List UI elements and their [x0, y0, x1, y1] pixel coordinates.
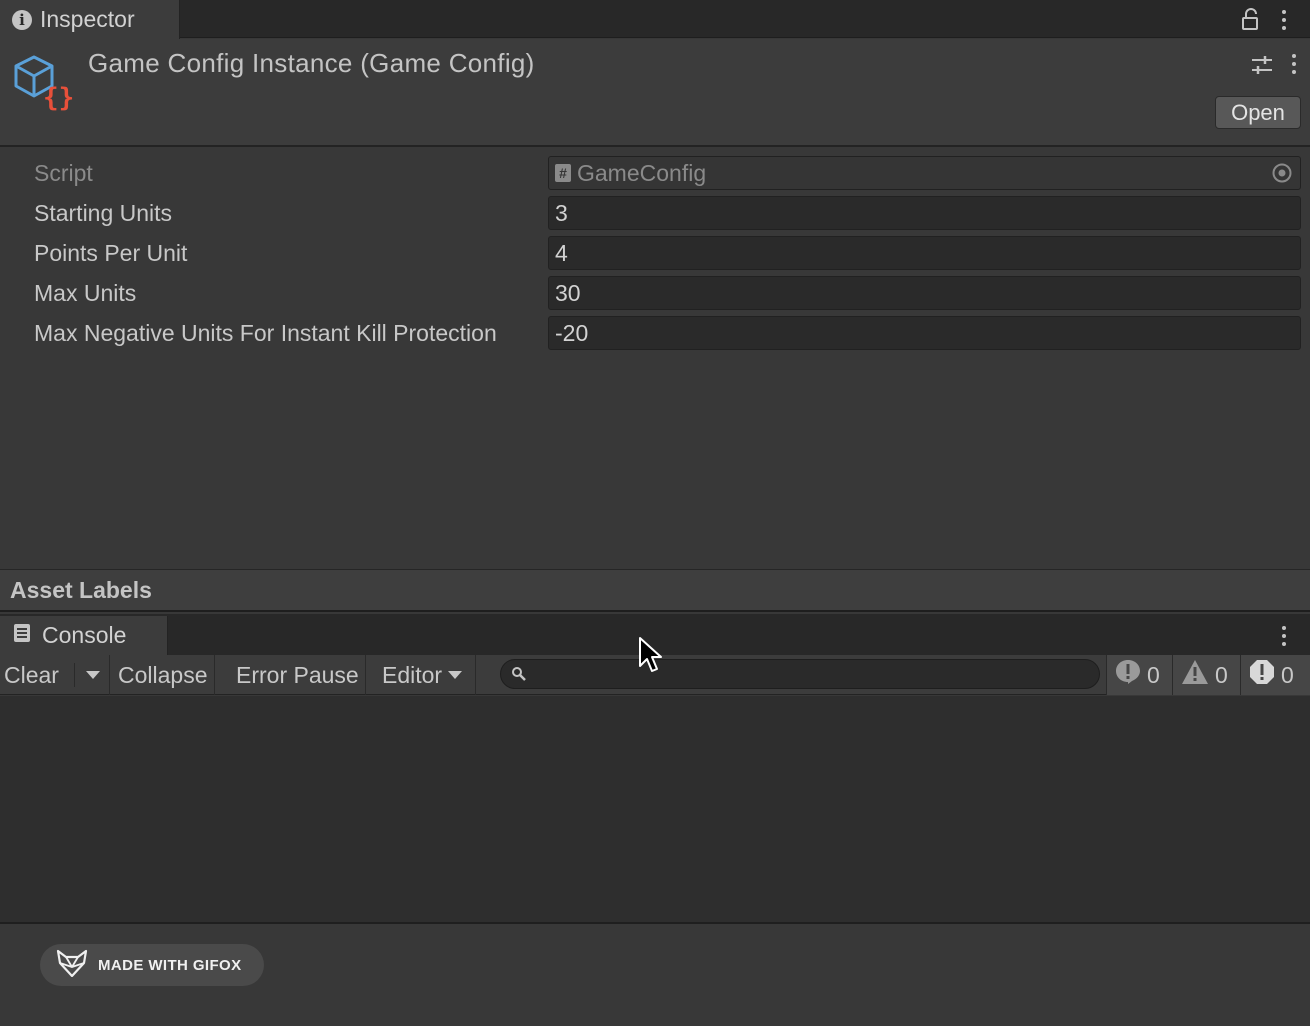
search-icon — [511, 666, 527, 687]
fox-logo-icon — [56, 949, 88, 982]
console-icon — [12, 623, 32, 648]
info-icon: i — [12, 9, 32, 30]
asset-labels-title: Asset Labels — [10, 577, 152, 603]
clear-options-dropdown[interactable] — [76, 655, 110, 695]
info-count-toggle[interactable]: 0 — [1106, 655, 1172, 695]
warning-icon — [1181, 659, 1209, 691]
clear-button[interactable]: Clear — [0, 655, 65, 695]
mouse-cursor-icon — [638, 636, 664, 679]
warning-count-toggle[interactable]: 0 — [1172, 655, 1240, 695]
tab-console[interactable]: Console — [0, 616, 168, 655]
script-value: GameConfig — [577, 159, 707, 186]
header-menu-icon[interactable] — [1290, 54, 1298, 74]
asset-labels-bar[interactable] — [0, 569, 1310, 612]
max-units-field[interactable]: 30 — [548, 276, 1301, 310]
warning-count: 0 — [1215, 661, 1228, 688]
console-log-area[interactable] — [0, 696, 1310, 924]
max-units-label: Max Units — [34, 280, 137, 306]
max-negative-units-label: Max Negative Units For Instant Kill Prot… — [34, 320, 497, 346]
script-label: Script — [34, 160, 93, 186]
scriptable-object-icon: {} — [14, 54, 74, 117]
starting-units-field[interactable]: 3 — [548, 196, 1301, 230]
collapse-button[interactable]: Collapse — [112, 655, 215, 695]
inspector-menu-icon[interactable] — [1280, 10, 1288, 30]
points-per-unit-field[interactable]: 4 — [548, 236, 1301, 270]
editor-dropdown-label: Editor — [382, 661, 443, 688]
inspector-tab-label: Inspector — [40, 6, 135, 32]
tab-inspector[interactable]: i Inspector — [0, 0, 180, 39]
console-menu-icon[interactable] — [1280, 626, 1288, 646]
lock-icon[interactable] — [1240, 7, 1260, 36]
svg-text:{}: {} — [43, 83, 74, 112]
script-hash-icon: # — [555, 164, 571, 182]
inspector-tab-bar — [0, 0, 1310, 38]
error-pause-button[interactable]: Error Pause — [230, 655, 366, 695]
info-message-icon — [1115, 659, 1141, 691]
chevron-down-icon — [85, 671, 100, 679]
asset-title: Game Config Instance (Game Config) — [88, 48, 535, 78]
clear-divider — [74, 663, 75, 687]
max-negative-units-field[interactable]: -20 — [548, 316, 1301, 350]
preset-icon[interactable] — [1251, 54, 1273, 81]
console-search-input[interactable] — [500, 659, 1100, 689]
watermark-text: MADE WITH GIFOX — [98, 956, 242, 974]
open-button[interactable]: Open — [1215, 96, 1301, 129]
console-tab-label: Console — [42, 622, 127, 648]
starting-units-label: Starting Units — [34, 200, 173, 226]
error-icon — [1249, 659, 1275, 691]
error-count-toggle[interactable]: 0 — [1240, 655, 1310, 695]
editor-dropdown[interactable]: Editor — [376, 655, 476, 695]
chevron-down-icon — [448, 671, 463, 679]
object-picker-icon[interactable] — [1271, 162, 1293, 189]
info-count: 0 — [1147, 661, 1160, 688]
script-field: # GameConfig — [548, 156, 1301, 190]
points-per-unit-label: Points Per Unit — [34, 240, 188, 266]
error-count: 0 — [1281, 661, 1294, 688]
gifox-watermark: MADE WITH GIFOX — [40, 944, 264, 986]
